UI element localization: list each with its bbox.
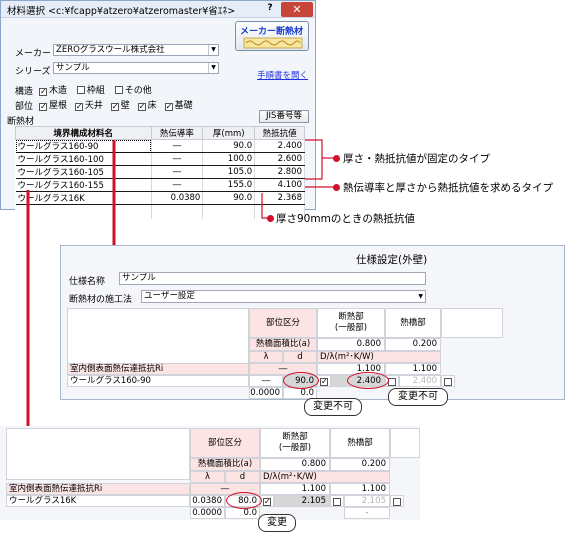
spec-row3-lambda[interactable]: 0.0000 <box>249 387 283 399</box>
bubble-not-changeable: 変更不可 <box>388 388 448 406</box>
bubble-changeable: 変更 <box>258 514 296 532</box>
annotation-thickness-90: 厚さ90mmのときの熱抵抗値 <box>276 213 415 225</box>
spec2-row-bridge-checkbox[interactable] <box>330 495 344 507</box>
annotation-dot <box>267 215 274 222</box>
spec-col-insul: 断熱部 (一般部) <box>317 308 385 338</box>
spec2-row-bridge: 2.105 <box>344 495 390 507</box>
spec2-row3-dash: - <box>344 507 390 519</box>
highlight-oval-d <box>283 372 319 389</box>
spec2-col-insul: 断熱部 (一般部) <box>260 428 330 458</box>
spec-name-label: 仕様名称 <box>69 277 106 287</box>
spec2-area-ratio-label: 熱橋面積比(a) <box>190 458 260 471</box>
checkbox-icon <box>393 498 401 506</box>
spec2-area-ratio-bridge[interactable]: 0.200 <box>330 458 390 471</box>
spec-d-header: d <box>283 351 317 363</box>
bracket-fixed-type <box>305 139 323 180</box>
spec-row-bridge: 2.400 <box>399 375 441 387</box>
spec-row-checkbox[interactable]: ✓ <box>317 375 331 387</box>
checkbox-icon <box>333 498 341 506</box>
spec-method-value: ユーザー設定 <box>144 291 195 301</box>
spec-grid-16k: 部位区分 断熱部 (一般部) 熱橋部 熱橋面積比(a) 0.800 0.200 … <box>0 426 420 520</box>
spec-area-ratio-bridge[interactable]: 0.200 <box>385 338 441 351</box>
checkbox-icon: ✓ <box>263 497 271 506</box>
spec2-row-name[interactable]: ウールグラス16K <box>6 495 190 507</box>
annotation-dot <box>333 155 340 162</box>
chevron-down-icon: ▼ <box>418 293 423 300</box>
spec-settings-dialog: 仕様設定(外壁) 仕様名称 サンプル 断熱材の施工法 ユーザー設定 ▼ 部位区分… <box>60 245 565 400</box>
spec-area-ratio-insul[interactable]: 0.800 <box>317 338 385 351</box>
spec2-d-lambda-header: D/λ(m²･K/W) <box>260 471 390 483</box>
spec2-row-insul: 2.105 <box>274 495 330 507</box>
spec2-lambda-header: λ <box>190 471 225 483</box>
spec2-ri-label: 室内側表面熱伝達抵抗Ri <box>6 483 190 495</box>
annotation-dot <box>333 184 340 191</box>
spec-row-lambda: ― <box>249 375 283 387</box>
spec-lambda-header: λ <box>249 351 283 363</box>
spec-row-name[interactable]: ウールグラス160-90 <box>67 375 249 387</box>
spec2-col-bridge: 熱橋部 <box>330 428 390 458</box>
spec-grid-blank <box>390 428 420 458</box>
spec-grid-blank <box>441 308 503 338</box>
spec-area-ratio-label: 熱橋面積比(a) <box>249 338 317 351</box>
spec-d-lambda-header: D/λ(m²･K/W) <box>317 351 441 363</box>
checkbox-icon <box>444 378 452 386</box>
spec-col-bridge: 熱橋部 <box>385 308 441 338</box>
spec-grid-blank <box>67 308 249 370</box>
spec-grid-blank <box>6 428 190 480</box>
spec2-row3-lambda[interactable]: 0.0000 <box>190 507 225 519</box>
highlight-oval-d2 <box>226 492 262 509</box>
highlight-oval-insul <box>347 372 389 389</box>
bubble-not-changeable: 変更不可 <box>304 398 362 416</box>
annotation-fixed-type: 厚さ・熱抵抗値が固定のタイプ <box>343 153 490 165</box>
spec-row-extra-checkbox[interactable] <box>441 375 455 387</box>
spec-name-input[interactable]: サンプル <box>119 272 426 285</box>
spec2-d-header: d <box>225 471 260 483</box>
spec2-row-extra-checkbox[interactable] <box>390 495 404 507</box>
spec-ri-bridge: 1.100 <box>385 363 441 375</box>
checkbox-icon <box>388 378 396 386</box>
annotation-calc-type: 熱伝導率と厚さから熱抵抗値を求めるタイプ <box>343 182 553 194</box>
spec-title: 仕様設定(外壁) <box>356 254 428 266</box>
spec2-row-checkbox[interactable]: ✓ <box>260 495 274 507</box>
spec2-ri-bridge: 1.100 <box>330 483 390 495</box>
spec-method-select[interactable]: ユーザー設定 ▼ <box>141 290 426 303</box>
spec2-row-lambda[interactable]: 0.0380 <box>190 495 225 507</box>
spec-method-label: 断熱材の施工法 <box>69 295 133 305</box>
spec2-area-ratio-insul[interactable]: 0.800 <box>260 458 330 471</box>
checkbox-icon: ✓ <box>320 377 328 386</box>
spec-part-header: 部位区分 <box>249 308 317 338</box>
spec-ri-label: 室内側表面熱伝達抵抗Ri <box>67 363 249 375</box>
spec2-part-header: 部位区分 <box>190 428 260 458</box>
spec2-ri-insul: 1.100 <box>260 483 330 495</box>
